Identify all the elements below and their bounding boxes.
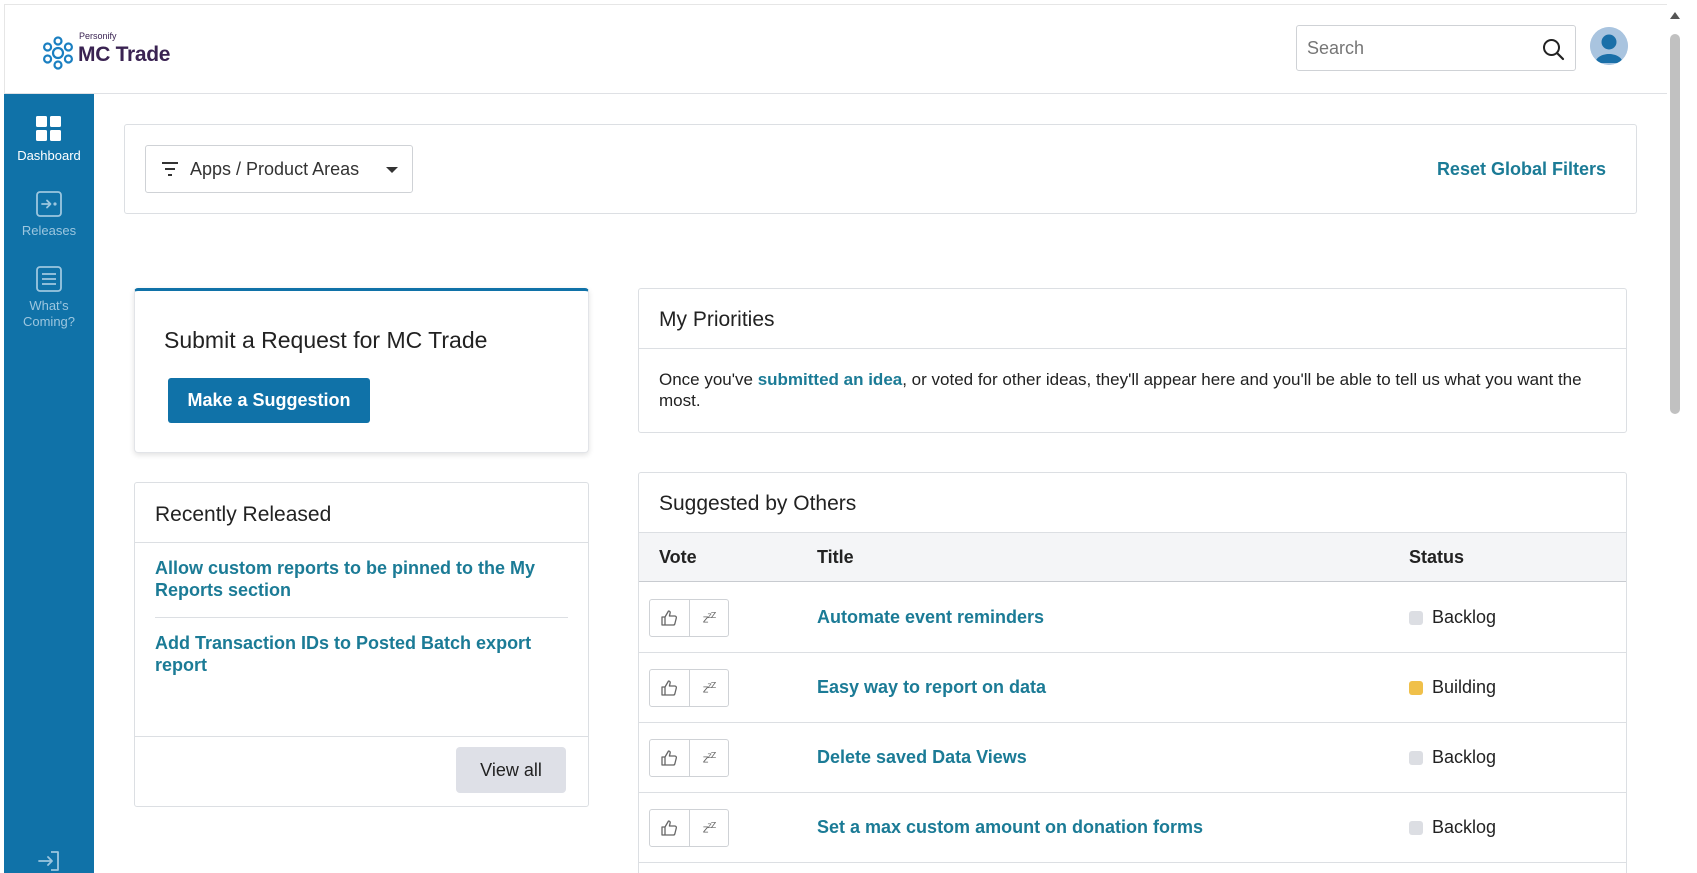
status-label: Backlog bbox=[1432, 607, 1497, 627]
apps-product-areas-dropdown[interactable]: Apps / Product Areas bbox=[145, 145, 413, 193]
avatar[interactable] bbox=[1590, 27, 1628, 65]
recently-released-list: Allow custom reports to be pinned to the… bbox=[135, 543, 588, 692]
global-filter-bar: Apps / Product Areas Reset Global Filter… bbox=[124, 124, 1637, 214]
scroll-thumb[interactable] bbox=[1670, 34, 1680, 414]
status-color-dot bbox=[1409, 610, 1423, 625]
message-text: Once you've bbox=[659, 370, 758, 389]
status-badge: Backlog bbox=[1409, 817, 1496, 838]
search-box bbox=[1296, 25, 1576, 71]
page-scrollbar[interactable] bbox=[1667, 4, 1683, 873]
snooze-button[interactable]: zzZ bbox=[688, 810, 728, 846]
snooze-zzz-icon: zzZ bbox=[702, 820, 717, 836]
sidebar: Dashboard Releases What's Coming? bbox=[4, 94, 94, 873]
sidebar-item-releases[interactable]: Releases bbox=[4, 191, 94, 239]
thumbs-up-icon bbox=[661, 820, 678, 836]
idea-title-link[interactable]: Easy way to report on data bbox=[817, 677, 1046, 698]
idea-title-link[interactable]: Automate event reminders bbox=[817, 607, 1044, 628]
suggested-by-others-card: Suggested by Others Vote Title Status zz… bbox=[638, 472, 1627, 873]
thumbs-up-icon bbox=[661, 750, 678, 766]
vote-controls: zzZ bbox=[649, 809, 729, 847]
list-item[interactable]: Add Transaction IDs to Posted Batch expo… bbox=[155, 618, 568, 692]
column-header-vote: Vote bbox=[659, 547, 697, 567]
recently-released-footer: View all bbox=[135, 736, 588, 806]
list-item[interactable]: Allow custom reports to be pinned to the… bbox=[155, 543, 568, 618]
snooze-zzz-icon: zzZ bbox=[702, 750, 717, 766]
sidebar-item-label: Releases bbox=[21, 223, 77, 238]
status-badge: Backlog bbox=[1409, 747, 1496, 768]
sidebar-item-label: Coming? bbox=[22, 314, 76, 329]
user-avatar-icon bbox=[1590, 27, 1628, 65]
upvote-button[interactable] bbox=[650, 600, 689, 636]
submit-request-title: Submit a Request for MC Trade bbox=[164, 327, 488, 353]
upvote-button[interactable] bbox=[650, 740, 689, 776]
view-all-button[interactable]: View all bbox=[456, 747, 566, 793]
snooze-zzz-icon: zzZ bbox=[702, 610, 717, 626]
snooze-zzz-icon: zzZ bbox=[702, 680, 717, 696]
snooze-button[interactable]: zzZ bbox=[688, 600, 728, 636]
recently-released-title: Recently Released bbox=[135, 483, 588, 543]
column-header-title: Title bbox=[817, 547, 854, 567]
vote-controls: zzZ bbox=[649, 739, 729, 777]
submitted-an-idea-link[interactable]: submitted an idea bbox=[758, 370, 903, 389]
table-row: zzZ Set a max custom amount on donation f… bbox=[639, 793, 1626, 863]
make-suggestion-button[interactable]: Make a Suggestion bbox=[168, 378, 370, 423]
submit-request-card: Submit a Request for MC Trade Make a Sug… bbox=[134, 288, 589, 453]
personify-flower-icon bbox=[42, 36, 73, 70]
caret-down-icon bbox=[386, 167, 398, 173]
suggested-by-others-title: Suggested by Others bbox=[639, 473, 1626, 533]
logout-icon bbox=[38, 851, 59, 871]
release-icon bbox=[36, 191, 62, 217]
idea-title-link[interactable]: Set a max custom amount on donation form… bbox=[817, 817, 1203, 838]
status-color-dot bbox=[1409, 750, 1423, 765]
filter-icon bbox=[162, 162, 178, 176]
top-header: Personify MC Trade bbox=[4, 4, 1667, 94]
thumbs-up-icon bbox=[661, 610, 678, 626]
my-priorities-title: My Priorities bbox=[639, 289, 1626, 349]
logo-main-text: MC Trade bbox=[78, 43, 171, 66]
status-label: Backlog bbox=[1432, 817, 1497, 837]
column-header-status: Status bbox=[1409, 547, 1465, 567]
table-row: zzZ Easy way to report on data Building bbox=[639, 653, 1626, 723]
search-input[interactable] bbox=[1307, 37, 1537, 59]
table-row: zzZ Delete saved Data Views Backlog bbox=[639, 723, 1626, 793]
sidebar-item-label: What's bbox=[29, 298, 69, 313]
sidebar-item-dashboard[interactable]: Dashboard bbox=[4, 116, 94, 164]
my-priorities-card: My Priorities Once you've submitted an i… bbox=[638, 288, 1627, 433]
my-priorities-message: Once you've submitted an idea, or voted … bbox=[639, 349, 1626, 411]
thumbs-up-icon bbox=[661, 680, 678, 696]
status-color-dot bbox=[1409, 820, 1423, 835]
list-icon bbox=[36, 266, 62, 292]
status-badge: Backlog bbox=[1409, 607, 1496, 628]
vote-controls: zzZ bbox=[649, 599, 729, 637]
logo[interactable]: Personify MC Trade bbox=[40, 31, 171, 71]
status-label: Backlog bbox=[1432, 747, 1497, 767]
search-icon[interactable] bbox=[1541, 37, 1565, 61]
vote-controls: zzZ bbox=[649, 669, 729, 707]
recently-released-card: Recently Released Allow custom reports t… bbox=[134, 482, 589, 807]
snooze-button[interactable]: zzZ bbox=[688, 670, 728, 706]
upvote-button[interactable] bbox=[650, 810, 689, 846]
idea-title-link[interactable]: Delete saved Data Views bbox=[817, 747, 1027, 768]
table-row: zzZ Automate event reminders Backlog bbox=[639, 583, 1626, 653]
status-label: Building bbox=[1432, 677, 1497, 697]
status-color-dot bbox=[1409, 680, 1423, 695]
sidebar-logout[interactable] bbox=[4, 850, 94, 873]
table-header: Vote Title Status bbox=[639, 533, 1626, 582]
reset-global-filters-link[interactable]: Reset Global Filters bbox=[1437, 159, 1606, 180]
upvote-button[interactable] bbox=[650, 670, 689, 706]
snooze-button[interactable]: zzZ bbox=[688, 740, 728, 776]
status-badge: Building bbox=[1409, 677, 1496, 698]
scroll-up-arrow-icon[interactable] bbox=[1670, 12, 1680, 19]
sidebar-item-whats-coming[interactable]: What's Coming? bbox=[4, 266, 94, 330]
dropdown-label: Apps / Product Areas bbox=[190, 158, 360, 179]
sidebar-item-label: Dashboard bbox=[17, 148, 81, 163]
dashboard-grid-icon bbox=[36, 116, 61, 141]
logo-small-text: Personify bbox=[79, 31, 117, 41]
